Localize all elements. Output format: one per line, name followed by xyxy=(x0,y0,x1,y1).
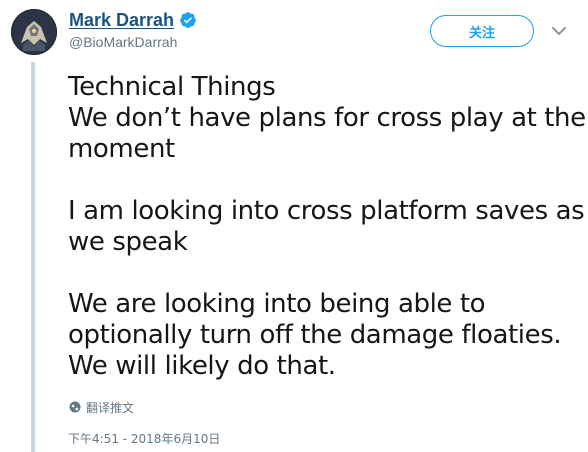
tweet-paragraph: We are looking into being able to option… xyxy=(68,289,583,382)
tweet-timestamp[interactable]: 下午4:51 - 2018年6月10日 xyxy=(68,430,220,447)
tweet-line: We don’t have plans for cross play at th… xyxy=(68,103,586,133)
translate-tweet-label[interactable]: 翻译推文 xyxy=(86,399,134,416)
tweet-line: We are looking into being able to xyxy=(68,289,486,319)
tweet-line: optionally turn off the damage floaties. xyxy=(68,320,562,350)
tweet-line: We will likely do that. xyxy=(68,351,336,381)
tweet-line: I am looking into cross platform saves a… xyxy=(68,196,585,226)
globe-icon xyxy=(69,401,81,413)
follow-button[interactable]: 关注 xyxy=(430,15,534,47)
tweet-card: Mark Darrah @BioMarkDarrah 关注 Technical … xyxy=(0,0,588,452)
tweet-text: Technical Things We don’t have plans for… xyxy=(68,72,586,382)
verified-badge-icon xyxy=(180,12,196,28)
author-display-name[interactable]: Mark Darrah xyxy=(69,9,174,31)
avatar[interactable] xyxy=(11,9,57,55)
author-name-row: Mark Darrah xyxy=(69,9,197,31)
tweet-line: moment xyxy=(68,134,175,164)
author-handle[interactable]: @BioMarkDarrah xyxy=(69,33,177,51)
tweet-line: we speak xyxy=(68,227,188,257)
tweet-paragraph: I am looking into cross platform saves a… xyxy=(68,196,585,258)
tweet-paragraph: Technical Things We don’t have plans for… xyxy=(68,72,586,165)
tweet-line: Technical Things xyxy=(68,72,276,102)
chevron-down-icon[interactable] xyxy=(551,25,567,37)
thread-line xyxy=(31,62,35,452)
translate-tweet-link[interactable]: 翻译推文 xyxy=(69,399,134,415)
avatar-icon xyxy=(11,9,57,55)
